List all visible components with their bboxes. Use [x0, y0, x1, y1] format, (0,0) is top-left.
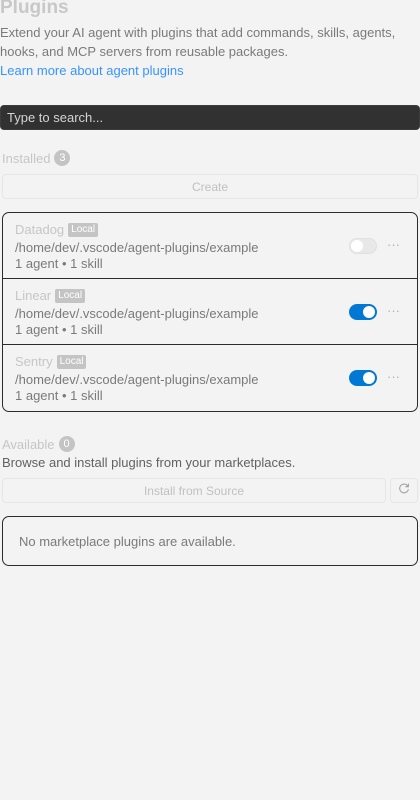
page-description: Extend your AI agent with plugins that a…	[0, 25, 396, 59]
plugin-header: Sentry Local	[15, 354, 87, 369]
create-button[interactable]: Create	[2, 174, 418, 199]
plugin-toggle[interactable]	[349, 238, 377, 254]
plugin-meta: 1 agent • 1 skill	[15, 388, 103, 403]
installed-label: Installed	[2, 150, 51, 166]
plugin-row-datadog[interactable]: Datadog Local /home/dev/.vscode/agent-pl…	[3, 213, 417, 279]
plugin-path: /home/dev/.vscode/agent-plugins/example	[15, 240, 259, 255]
plugin-row-linear[interactable]: Linear Local /home/dev/.vscode/agent-plu…	[3, 279, 417, 345]
available-count-badge: 0	[58, 436, 75, 452]
empty-state-text: No marketplace plugins are available.	[19, 534, 236, 549]
plugin-name: Sentry	[15, 354, 53, 369]
plugin-header: Linear Local	[15, 288, 86, 303]
install-from-source-button[interactable]: Install from Source	[2, 478, 386, 503]
more-actions-icon[interactable]: ···	[387, 237, 400, 252]
marketplace-empty-state: No marketplace plugins are available.	[2, 516, 418, 566]
refresh-icon	[397, 481, 411, 500]
local-badge: Local	[68, 222, 99, 237]
plugin-meta: 1 agent • 1 skill	[15, 322, 103, 337]
plugin-meta: 1 agent • 1 skill	[15, 256, 103, 271]
installed-plugin-list: Datadog Local /home/dev/.vscode/agent-pl…	[2, 212, 418, 412]
plugin-path: /home/dev/.vscode/agent-plugins/example	[15, 306, 259, 321]
more-actions-icon[interactable]: ···	[387, 369, 400, 384]
learn-more-link[interactable]: Learn more about agent plugins	[0, 61, 184, 80]
more-actions-icon[interactable]: ···	[387, 303, 400, 318]
toggle-knob	[363, 372, 375, 384]
installed-section-header: Installed 3	[2, 150, 71, 166]
local-badge: Local	[55, 288, 86, 303]
available-section-header: Available 0	[2, 436, 75, 452]
available-description: Browse and install plugins from your mar…	[2, 455, 296, 470]
plugin-name: Datadog	[15, 222, 65, 237]
search-input[interactable]	[0, 105, 420, 130]
plugin-name: Linear	[15, 288, 52, 303]
toggle-knob	[351, 240, 363, 252]
available-label: Available	[2, 436, 55, 452]
refresh-button[interactable]	[390, 478, 418, 503]
plugin-path: /home/dev/.vscode/agent-plugins/example	[15, 372, 259, 387]
toggle-knob	[363, 306, 375, 318]
installed-count-badge: 3	[54, 150, 71, 166]
local-badge: Local	[56, 354, 87, 369]
plugin-toggle[interactable]	[349, 370, 377, 386]
plugin-toggle[interactable]	[349, 304, 377, 320]
plugin-row-sentry[interactable]: Sentry Local /home/dev/.vscode/agent-plu…	[3, 345, 417, 411]
page-title: Plugins	[0, 0, 69, 18]
plugin-header: Datadog Local	[15, 222, 99, 237]
